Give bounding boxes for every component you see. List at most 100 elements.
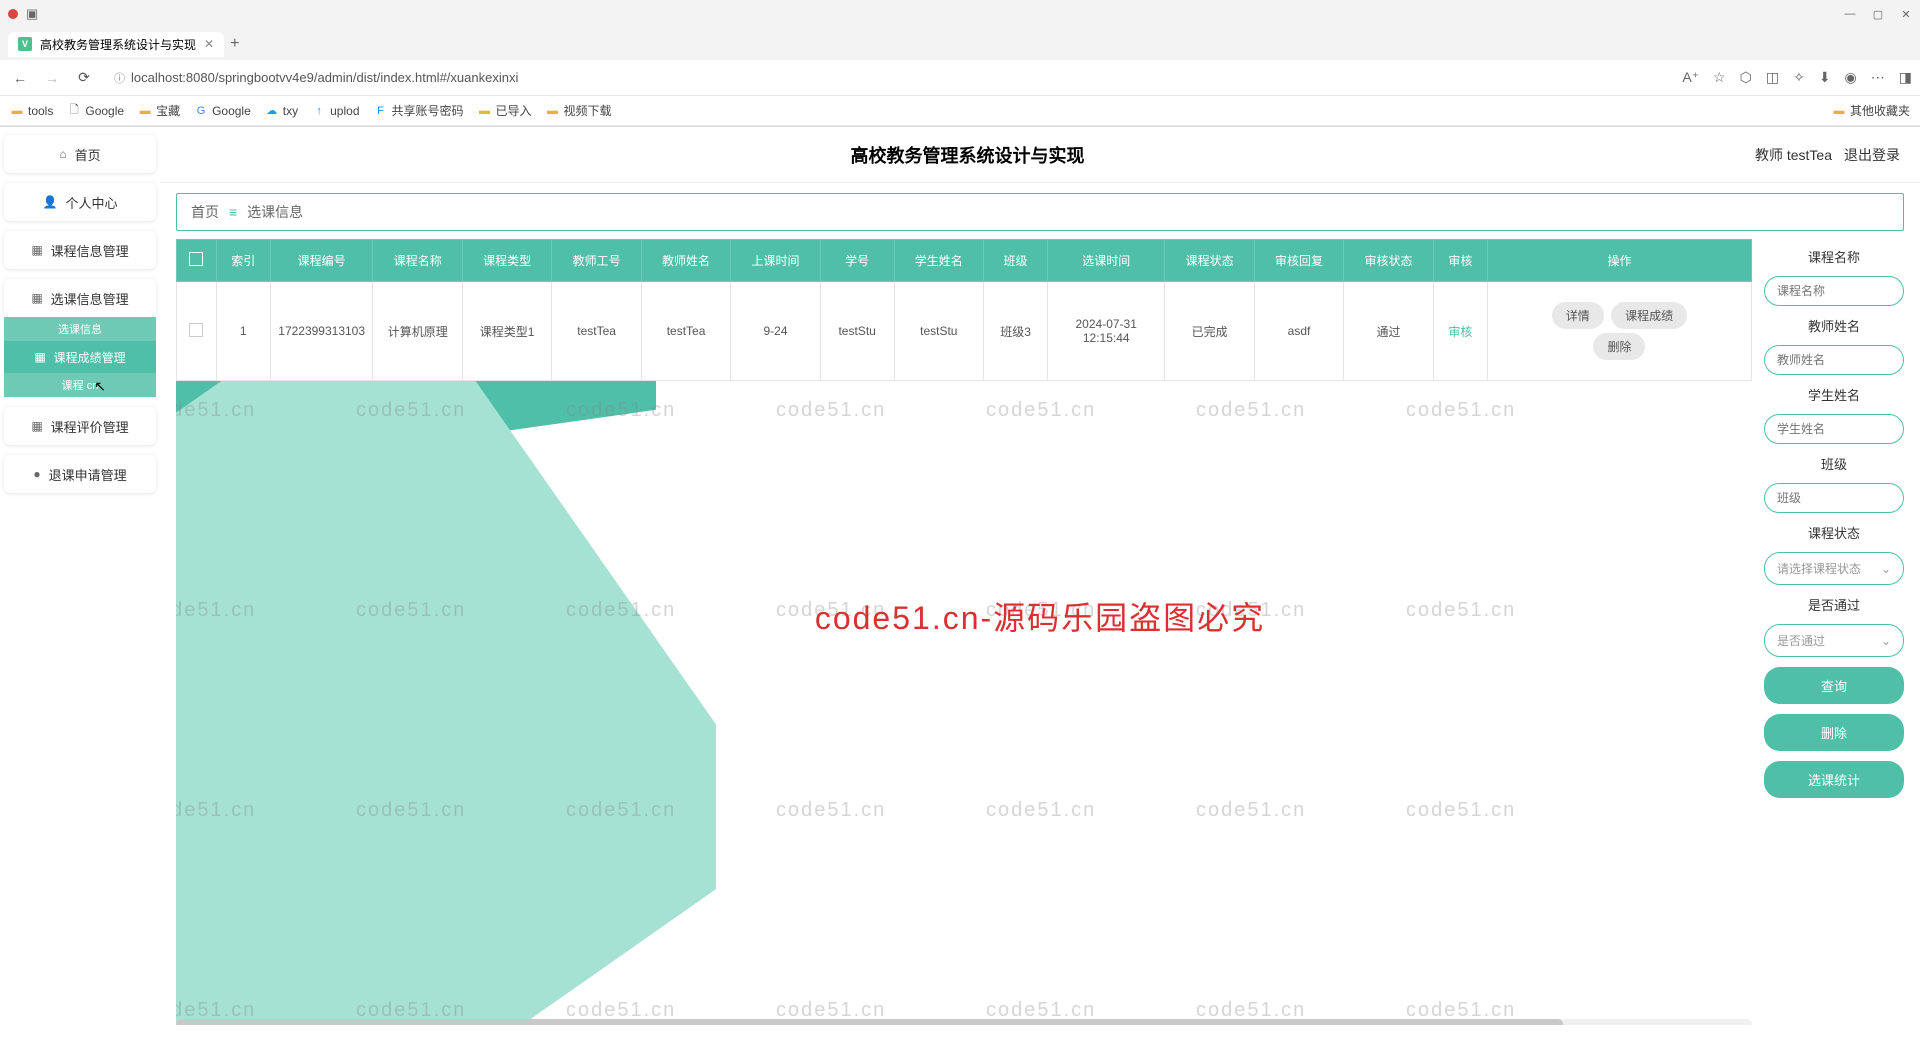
audit-link[interactable]: 审核	[1448, 325, 1472, 339]
table-h-scrollbar[interactable]	[176, 1019, 1752, 1025]
th-teacherid: 教师工号	[552, 240, 641, 282]
content-wrap: 索引 课程编号 课程名称 课程类型 教师工号 教师姓名 上课时间 学号 学生姓名…	[176, 239, 1904, 1025]
row-delete-button[interactable]: 删除	[1593, 333, 1645, 360]
maximize-icon[interactable]: ▢	[1872, 8, 1884, 20]
google-icon: G	[194, 104, 208, 118]
grid-icon: ▦	[31, 291, 42, 305]
th-checkbox[interactable]	[177, 240, 217, 282]
more-icon[interactable]: ⋯	[1871, 69, 1885, 86]
collections-icon[interactable]: ✧	[1793, 69, 1805, 86]
sidebar-home[interactable]: ⌂首页	[4, 135, 156, 173]
profile-icon[interactable]	[8, 9, 18, 19]
bookmark-uplod[interactable]: ↑uplod	[312, 104, 359, 118]
sidebar-drop-apply[interactable]: ●退课申请管理	[4, 455, 156, 493]
sidebar-icon[interactable]: ◨	[1899, 69, 1912, 86]
logout-link[interactable]: 退出登录	[1844, 145, 1900, 165]
row-checkbox[interactable]	[189, 323, 203, 337]
cell-studentname: testStu	[894, 282, 983, 381]
url-text: localhost:8080/springbootvv4e9/admin/dis…	[131, 70, 518, 85]
chevron-down-icon: ⌄	[1881, 562, 1891, 576]
stat-button[interactable]: 选课统计	[1764, 761, 1904, 798]
sidebar-select-sub[interactable]: 选课信息	[4, 317, 156, 341]
folder-icon: ▬	[546, 104, 560, 118]
text-size-icon[interactable]: A⁺	[1682, 69, 1699, 86]
browser-tab[interactable]: V 高校教务管理系统设计与实现 ✕	[8, 32, 224, 57]
sidebar-course-info[interactable]: ▦课程信息管理	[4, 231, 156, 269]
filter-course-input[interactable]	[1764, 276, 1904, 306]
bookmark-google2[interactable]: GGoogle	[194, 104, 251, 118]
th-actions: 操作	[1487, 240, 1751, 282]
download-icon[interactable]: ⬇	[1819, 69, 1831, 86]
bookmark-baozang[interactable]: ▬宝藏	[138, 102, 180, 119]
favorite-icon[interactable]: ☆	[1713, 69, 1726, 86]
data-table: 索引 课程编号 课程名称 课程类型 教师工号 教师姓名 上课时间 学号 学生姓名…	[176, 239, 1752, 381]
sidebar-course-eval[interactable]: ▦课程评价管理	[4, 407, 156, 445]
url-box[interactable]: ⓘ localhost:8080/springbootvv4e9/admin/d…	[104, 66, 1674, 90]
bookmark-google[interactable]: 🗋Google	[67, 104, 124, 118]
filter-class-input[interactable]	[1764, 483, 1904, 513]
app-root: ⌂首页 👤个人中心 ▦课程信息管理 ▦选课信息管理 选课信息 ▦课程成绩管理 课…	[0, 127, 1920, 1041]
cell-selecttime: 2024-07-31 12:15:44	[1048, 282, 1165, 381]
bookmark-other[interactable]: ▬其他收藏夹	[1832, 102, 1910, 119]
filter-student-input[interactable]	[1764, 414, 1904, 444]
cell-auditstatus: 通过	[1344, 282, 1433, 381]
sidebar-grade-mgmt[interactable]: ▦课程成绩管理	[4, 341, 156, 373]
table-zone: 索引 课程编号 课程名称 课程类型 教师工号 教师姓名 上课时间 学号 学生姓名…	[176, 239, 1752, 1025]
new-tab-button[interactable]: +	[230, 35, 239, 53]
tabs-icon[interactable]: ▣	[26, 6, 38, 22]
vue-icon: V	[18, 37, 32, 51]
filter-course-label: 课程名称	[1764, 247, 1904, 266]
bookmark-import[interactable]: ▬已导入	[478, 102, 532, 119]
table-header-row: 索引 课程编号 课程名称 课程类型 教师工号 教师姓名 上课时间 学号 学生姓名…	[177, 240, 1752, 282]
user-icon: 👤	[43, 195, 58, 209]
extension-icon[interactable]: ⬡	[1740, 69, 1752, 86]
filter-pass-select[interactable]: 是否通过⌄	[1764, 624, 1904, 657]
filter-status-label: 课程状态	[1764, 523, 1904, 542]
cell-coursename: 计算机原理	[373, 282, 462, 381]
scrollbar-thumb[interactable]	[176, 1019, 1563, 1025]
bookmark-video[interactable]: ▬视频下载	[546, 102, 612, 119]
reload-button[interactable]: ⟳	[72, 66, 96, 90]
home-icon: ⌂	[59, 147, 66, 161]
split-icon[interactable]: ◫	[1766, 69, 1779, 86]
user-label[interactable]: 教师 testTea	[1755, 145, 1832, 165]
info-icon: ⓘ	[114, 70, 125, 86]
bookmark-txy[interactable]: ☁txy	[265, 104, 298, 118]
bookmark-share[interactable]: F共享账号密码	[374, 102, 464, 119]
dot-icon: ●	[33, 467, 40, 481]
forward-button[interactable]: →	[40, 66, 64, 90]
filter-teacher-input[interactable]	[1764, 345, 1904, 375]
th-courseno: 课程编号	[270, 240, 373, 282]
filter-panel: 课程名称 教师姓名 学生姓名 班级 课程状态 请选择课程状态⌄ 是否通过 是否通…	[1764, 239, 1904, 1025]
cloud-icon: ☁	[265, 104, 279, 118]
cell-coursetype: 课程类型1	[462, 282, 551, 381]
th-classtime: 上课时间	[731, 240, 820, 282]
upload-icon: ↑	[312, 104, 326, 118]
th-studentname: 学生姓名	[894, 240, 983, 282]
query-button[interactable]: 查询	[1764, 667, 1904, 704]
sidebar-personal[interactable]: 👤个人中心	[4, 183, 156, 221]
close-icon[interactable]: ✕	[1900, 8, 1912, 20]
tab-close-icon[interactable]: ✕	[204, 37, 214, 51]
grade-button[interactable]: 课程成绩	[1611, 302, 1687, 329]
detail-button[interactable]: 详情	[1552, 302, 1604, 329]
th-index: 索引	[216, 240, 270, 282]
sidebar-sub-dim[interactable]: 课程 cn↖	[4, 373, 156, 397]
page-title: 高校教务管理系统设计与实现	[180, 142, 1755, 168]
filter-pass-label: 是否通过	[1764, 595, 1904, 614]
checkbox-all[interactable]	[189, 252, 203, 266]
breadcrumb-home[interactable]: 首页	[191, 202, 219, 222]
th-coursetype: 课程类型	[462, 240, 551, 282]
reader-icon[interactable]: ◉	[1845, 69, 1857, 86]
bookmark-tools[interactable]: ▬tools	[10, 104, 53, 118]
filter-teacher-label: 教师姓名	[1764, 316, 1904, 335]
back-button[interactable]: ←	[8, 66, 32, 90]
main-content: 高校教务管理系统设计与实现 教师 testTea 退出登录 首页 ≡ 选课信息 …	[160, 127, 1920, 1041]
sidebar-select-info[interactable]: ▦选课信息管理	[4, 279, 156, 317]
filter-student-label: 学生姓名	[1764, 385, 1904, 404]
filter-status-select[interactable]: 请选择课程状态⌄	[1764, 552, 1904, 585]
minimize-icon[interactable]: —	[1844, 8, 1856, 20]
th-studentid: 学号	[820, 240, 894, 282]
grid-icon: ▦	[34, 350, 45, 364]
delete-button[interactable]: 删除	[1764, 714, 1904, 751]
